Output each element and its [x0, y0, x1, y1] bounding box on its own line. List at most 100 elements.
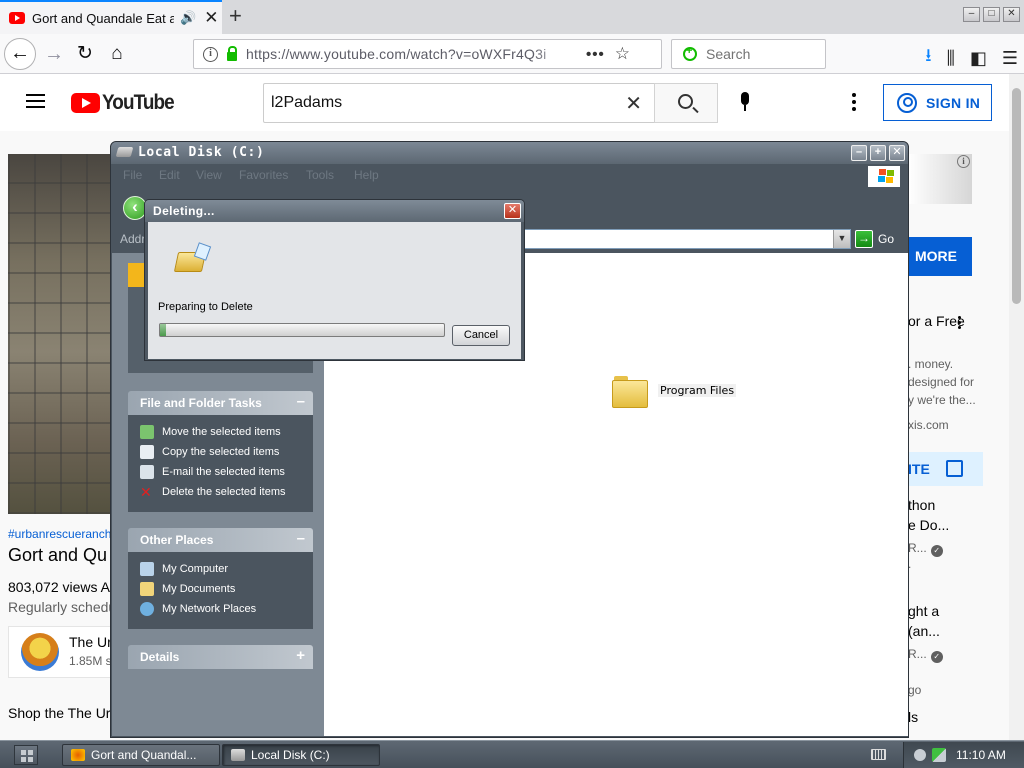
related-channel-1: R... ✓	[908, 541, 943, 557]
details-header[interactable]: Details +	[128, 645, 313, 669]
browser-navbar: ← → ↻ ⌂ i https://www.youtube.com/watch?…	[0, 34, 1024, 74]
ad-menu-icon[interactable]	[958, 316, 961, 331]
speaker-icon[interactable]: 🔊	[180, 10, 196, 26]
download-icon[interactable]: ⭳	[925, 43, 931, 73]
channel-name[interactable]: The Ur	[69, 634, 112, 650]
task-delete[interactable]: ✕ Delete the selected items	[140, 485, 286, 499]
cancel-button[interactable]: Cancel	[452, 325, 510, 346]
visit-site-button[interactable]: ITE	[908, 452, 983, 486]
place-my-network[interactable]: My Network Places	[140, 602, 256, 616]
voice-search-icon[interactable]	[739, 92, 751, 114]
related-title-1b[interactable]: e Do...	[908, 517, 949, 533]
related-title-2b[interactable]: (an...	[908, 623, 940, 639]
url-text[interactable]: https://www.youtube.com/watch?v=oWXFr4Q3…	[246, 46, 572, 62]
youtube-favicon-icon	[9, 12, 25, 24]
collapse-icon[interactable]: –	[297, 530, 305, 547]
tray-network-icon[interactable]	[932, 748, 946, 762]
windows-flag-icon	[868, 166, 900, 187]
start-menu-icon[interactable]	[14, 745, 38, 765]
delete-icon: ✕	[140, 484, 152, 500]
folder-label[interactable]: Program Files	[658, 384, 737, 397]
collapse-icon[interactable]: –	[297, 393, 305, 410]
page-scrollbar[interactable]	[1009, 74, 1024, 740]
channel-avatar[interactable]	[21, 633, 59, 671]
verified-icon: ✓	[930, 651, 943, 663]
guide-menu-icon[interactable]	[26, 94, 45, 108]
related-title-2a[interactable]: ght a	[908, 603, 939, 619]
explorer-minimize-button[interactable]: –	[851, 145, 867, 161]
hamburger-menu-icon[interactable]: ☰	[1002, 48, 1018, 69]
url-bar[interactable]: i https://www.youtube.com/watch?v=oWXFr4…	[193, 39, 662, 69]
view-count: 803,072 views A	[8, 579, 110, 595]
browser-tab[interactable]: Gort and Quandale Eat a 🔊 ✕	[0, 0, 222, 34]
dialog-titlebar[interactable]: Deleting... ✕	[145, 200, 524, 222]
forward-button[interactable]: →	[38, 38, 70, 70]
explorer-maximize-button[interactable]: +	[870, 145, 886, 161]
task-move[interactable]: Move the selected items	[140, 425, 281, 439]
close-tab-icon[interactable]: ✕	[204, 8, 218, 28]
menu-tools[interactable]: Tools	[306, 168, 334, 182]
info-icon[interactable]: i	[203, 46, 218, 62]
sidebar-icon[interactable]: ◧	[970, 48, 987, 69]
other-places-header[interactable]: Other Places –	[128, 528, 313, 552]
video-hashtag[interactable]: #urbanrescueranch	[8, 527, 111, 541]
youtube-search-button[interactable]	[654, 83, 718, 123]
explorer-titlebar[interactable]: Local Disk (C:) – + ✕	[111, 142, 908, 164]
menu-view[interactable]: View	[196, 168, 222, 182]
search-placeholder: Search	[706, 46, 751, 62]
search-engine-icon	[683, 45, 697, 61]
other-places-panel: My Computer My Documents My Network Plac…	[128, 552, 313, 629]
explorer-menubar: File Edit View Favorites Tools Help	[111, 164, 908, 187]
progress-fill	[160, 324, 166, 336]
youtube-search-input[interactable]: l2Padams ✕	[263, 83, 655, 123]
clear-search-icon[interactable]: ✕	[625, 91, 642, 116]
tray-status-icon[interactable]	[914, 749, 926, 761]
back-button[interactable]: ←	[4, 38, 36, 70]
learn-more-button[interactable]: MORE	[908, 237, 972, 276]
folder-icon[interactable]	[612, 376, 648, 408]
bookmark-star-icon[interactable]: ☆	[615, 44, 630, 64]
menu-help[interactable]: Help	[354, 168, 379, 182]
settings-kebab-icon[interactable]	[852, 93, 856, 114]
taskbar-item-local-disk[interactable]: Local Disk (C:)	[222, 744, 380, 766]
keyboard-icon[interactable]	[871, 749, 886, 760]
browser-search-box[interactable]: Search	[671, 39, 826, 69]
sign-in-button[interactable]: SIGN IN	[883, 84, 992, 121]
search-query[interactable]: l2Padams	[271, 94, 342, 112]
maximize-button[interactable]: □	[983, 7, 1000, 22]
address-dropdown-icon[interactable]: ▼	[833, 230, 850, 248]
menu-favorites[interactable]: Favorites	[239, 168, 288, 182]
page-actions-icon[interactable]: •••	[586, 46, 605, 63]
ad-info-icon[interactable]: i	[957, 155, 970, 168]
new-tab-button[interactable]: +	[229, 3, 242, 29]
task-copy[interactable]: Copy the selected items	[140, 445, 279, 459]
go-arrow-icon[interactable]: →	[855, 230, 873, 248]
file-tasks-header[interactable]: File and Folder Tasks –	[128, 391, 313, 415]
minimize-button[interactable]: –	[963, 7, 980, 22]
clock[interactable]: 11:10 AM	[956, 748, 1006, 762]
video-player[interactable]	[8, 154, 112, 514]
library-icon[interactable]: ⫼	[947, 48, 955, 69]
home-button[interactable]: ⌂	[101, 38, 133, 70]
verified-icon: ✓	[930, 545, 943, 557]
expand-icon[interactable]: +	[296, 647, 305, 664]
documents-icon	[140, 582, 154, 596]
scrollbar-thumb[interactable]	[1012, 88, 1021, 304]
close-window-button[interactable]: ✕	[1003, 7, 1020, 22]
place-my-documents[interactable]: My Documents	[140, 582, 235, 596]
place-my-computer[interactable]: My Computer	[140, 562, 228, 576]
go-label[interactable]: Go	[878, 232, 894, 246]
deleting-dialog: Deleting... ✕ Preparing to Delete Cancel	[144, 199, 525, 361]
file-tasks-panel: Move the selected items Copy the selecte…	[128, 415, 313, 512]
dialog-close-button[interactable]: ✕	[504, 203, 521, 219]
task-email[interactable]: E-mail the selected items	[140, 465, 285, 479]
related-title-1a[interactable]: thon	[908, 497, 935, 513]
menu-file[interactable]: File	[123, 168, 142, 182]
explorer-close-button[interactable]: ✕	[889, 145, 905, 161]
reload-button[interactable]: ↻	[69, 38, 101, 70]
youtube-logo[interactable]: YouTube	[71, 91, 182, 115]
related-title-3a[interactable]: ls	[908, 709, 918, 725]
menu-edit[interactable]: Edit	[159, 168, 180, 182]
dialog-body: Preparing to Delete Cancel	[148, 222, 521, 359]
taskbar-item-firefox[interactable]: Gort and Quandal...	[62, 744, 220, 766]
